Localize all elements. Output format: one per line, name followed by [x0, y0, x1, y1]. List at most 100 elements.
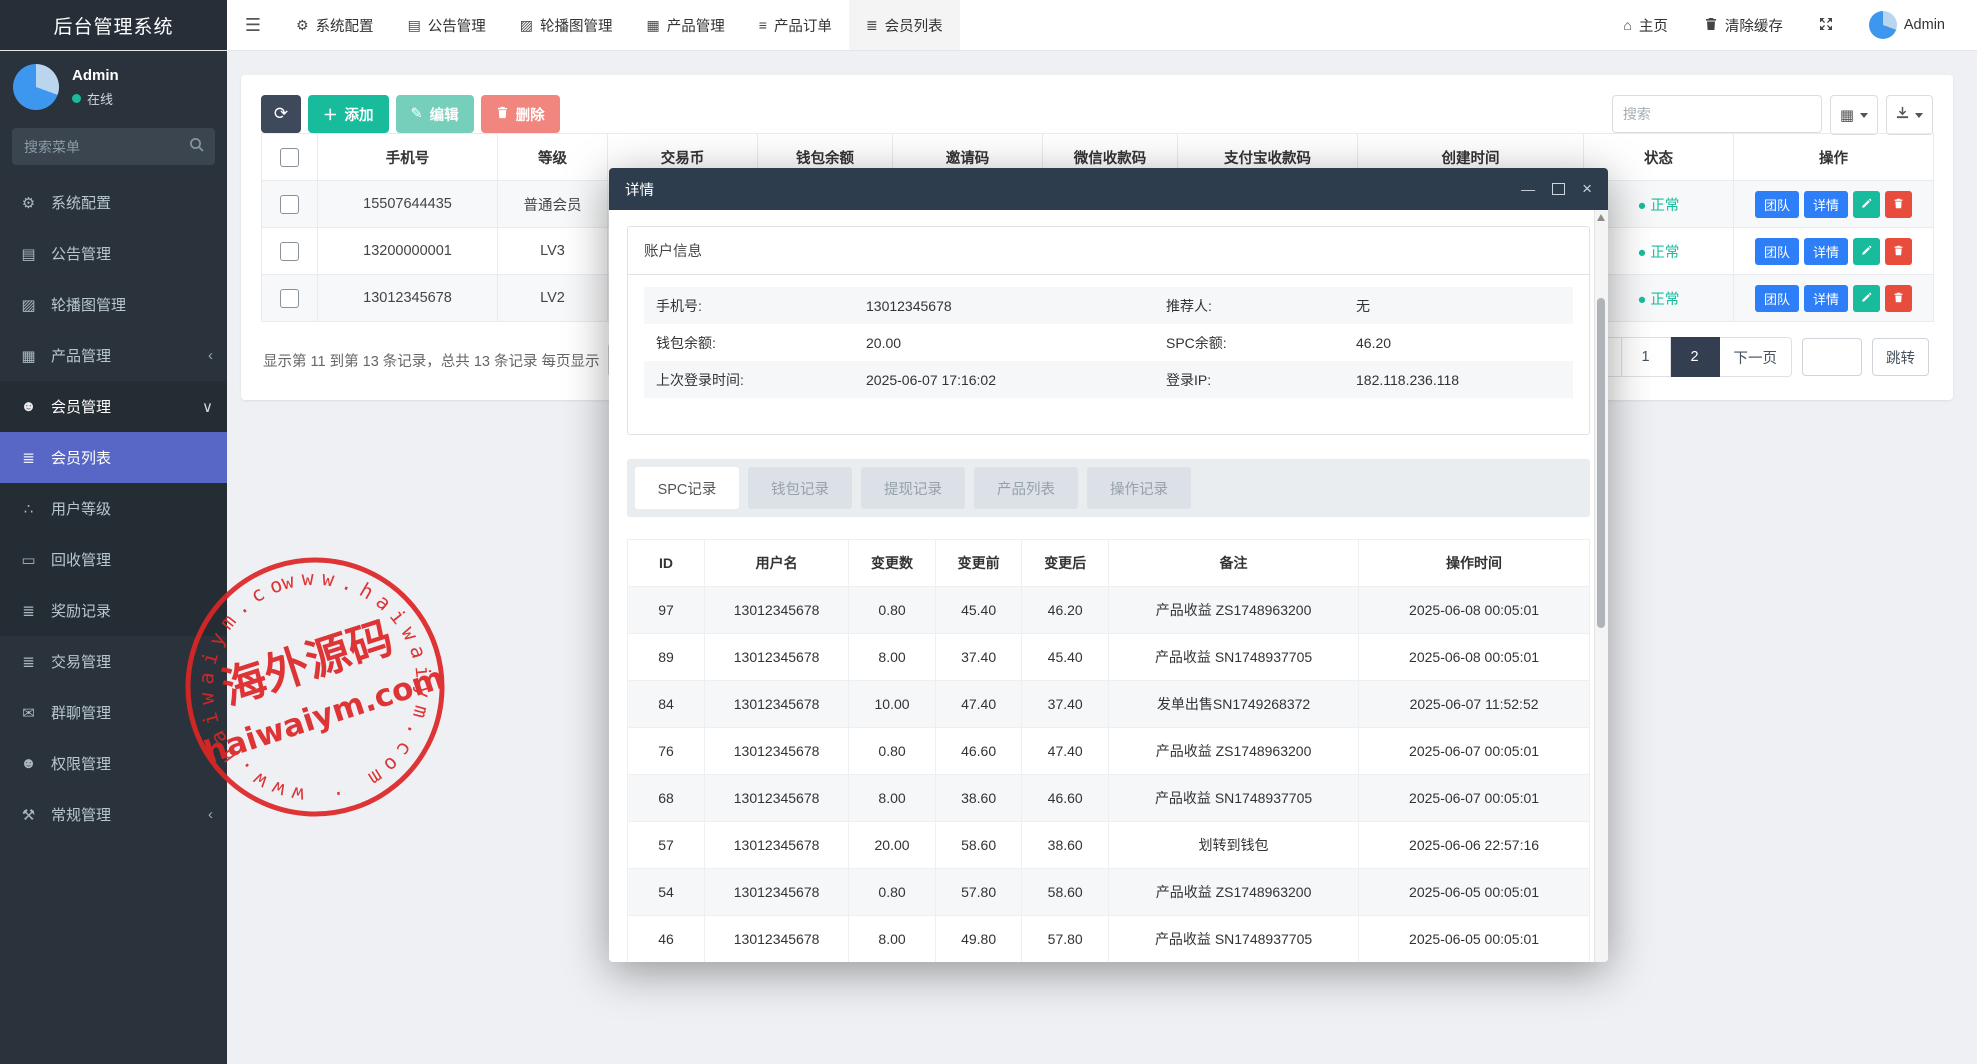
- record-cell: 10.00: [849, 681, 936, 728]
- nav-item-会员列表[interactable]: ≣会员列表: [849, 0, 960, 50]
- nav-item-公告管理[interactable]: ▤公告管理: [391, 0, 503, 50]
- navbar-right: ⌂主页清除缓存 Admin: [1609, 0, 1977, 50]
- tab-提现记录[interactable]: 提现记录: [861, 467, 965, 509]
- team-button[interactable]: 团队: [1755, 191, 1799, 218]
- pencil-icon: [1861, 291, 1872, 306]
- gears-icon: ⚒: [19, 806, 38, 824]
- sidebar-item-交易管理[interactable]: ≣交易管理: [0, 636, 227, 687]
- sidebar-item-权限管理[interactable]: ☻权限管理: [0, 738, 227, 789]
- export-dropdown-button[interactable]: [1886, 95, 1933, 135]
- sidebar-item-用户等级[interactable]: ∴用户等级: [0, 483, 227, 534]
- nav-right-主页[interactable]: ⌂主页: [1609, 0, 1681, 50]
- record-cell: 产品收益 ZS1748963200: [1108, 869, 1358, 916]
- col-header[interactable]: 操作: [1734, 134, 1934, 181]
- card-icon: ▭: [19, 551, 38, 569]
- nav-item-轮播图管理[interactable]: ▨轮播图管理: [503, 0, 630, 50]
- record-cell: 68: [628, 775, 705, 822]
- record-col-header: 备注: [1108, 540, 1358, 587]
- row-delete-button[interactable]: [1885, 238, 1912, 265]
- page-2[interactable]: 2: [1671, 337, 1720, 377]
- sidebar-item-回收管理[interactable]: ▭回收管理: [0, 534, 227, 585]
- nav-item-产品订单[interactable]: ≡产品订单: [742, 0, 849, 50]
- document-icon: ▤: [408, 17, 421, 34]
- record-cell: 13012345678: [704, 634, 848, 681]
- close-icon[interactable]: ×: [1582, 179, 1592, 199]
- detail-button[interactable]: 详情: [1804, 285, 1848, 312]
- tab-SPC记录[interactable]: SPC记录: [635, 467, 739, 509]
- user-avatar[interactable]: [13, 64, 59, 110]
- grid-icon: ▦: [19, 347, 38, 365]
- record-cell: 划转到钱包: [1108, 822, 1358, 869]
- status-dot-icon: ●: [1638, 245, 1647, 261]
- scrollbar-thumb[interactable]: [1597, 298, 1605, 628]
- record-cell: 发单出售SN1749268372: [1108, 681, 1358, 728]
- sidebar-item-公告管理[interactable]: ▤公告管理: [0, 228, 227, 279]
- page-next[interactable]: 下一页: [1720, 337, 1793, 377]
- record-cell: 2025-06-06 22:57:16: [1359, 822, 1590, 869]
- add-button[interactable]: ＋添加: [308, 95, 389, 133]
- users-icon: ☻: [19, 755, 38, 772]
- trash-icon: [1704, 17, 1718, 34]
- pencil-icon: [1861, 197, 1872, 212]
- col-header[interactable]: 等级: [498, 134, 608, 181]
- table-search-input[interactable]: [1612, 95, 1822, 133]
- record-col-header: 用户名: [704, 540, 848, 587]
- row-delete-button[interactable]: [1885, 191, 1912, 218]
- minimize-icon[interactable]: —: [1521, 181, 1535, 197]
- row-edit-button[interactable]: [1853, 238, 1880, 265]
- record-cell: 产品收益 SN1748937705: [1108, 775, 1358, 822]
- tab-产品列表[interactable]: 产品列表: [974, 467, 1078, 509]
- sidebar-item-轮播图管理[interactable]: ▨轮播图管理: [0, 279, 227, 330]
- sidebar-item-系统配置[interactable]: ⚙系统配置: [0, 177, 227, 228]
- team-button[interactable]: 团队: [1755, 285, 1799, 312]
- maximize-icon[interactable]: [1552, 183, 1565, 195]
- row-checkbox[interactable]: [280, 195, 299, 214]
- record-cell: 57.80: [1022, 916, 1109, 963]
- modal-header[interactable]: 详情 — ×: [609, 168, 1608, 210]
- modal-scrollbar[interactable]: [1594, 210, 1608, 962]
- select-all-checkbox[interactable]: [280, 148, 299, 167]
- sidebar-item-奖励记录[interactable]: ≣奖励记录: [0, 585, 227, 636]
- record-cell: 45.40: [1022, 634, 1109, 681]
- edit-button[interactable]: ✎编辑: [396, 95, 474, 133]
- tab-钱包记录[interactable]: 钱包记录: [748, 467, 852, 509]
- detail-button[interactable]: 详情: [1804, 191, 1848, 218]
- refresh-button[interactable]: ⟳: [261, 95, 301, 133]
- list-icon: ≣: [866, 17, 878, 34]
- account-info-panel: 账户信息 手机号:13012345678推荐人:无钱包余额:20.00SPC余额…: [627, 226, 1590, 435]
- sidebar-item-群聊管理[interactable]: ✉群聊管理: [0, 687, 227, 738]
- page-jump-button[interactable]: 跳转: [1872, 338, 1929, 376]
- nav-right-清除缓存[interactable]: 清除缓存: [1690, 0, 1797, 50]
- row-checkbox[interactable]: [280, 289, 299, 308]
- sidebar-item-常规管理[interactable]: ⚒常规管理‹: [0, 789, 227, 840]
- record-cell: 37.40: [1022, 681, 1109, 728]
- row-delete-button[interactable]: [1885, 285, 1912, 312]
- row-edit-button[interactable]: [1853, 285, 1880, 312]
- sidebar-item-会员列表[interactable]: ≣会员列表: [0, 432, 227, 483]
- nav-item-产品管理[interactable]: ▦产品管理: [630, 0, 742, 50]
- sidebar-search-input[interactable]: [12, 128, 215, 165]
- cell-level: LV2: [498, 275, 608, 322]
- columns-dropdown-button[interactable]: ▦: [1830, 95, 1878, 135]
- sidebar-toggle-icon[interactable]: ☰: [227, 0, 279, 50]
- page-jump-input[interactable]: [1802, 338, 1862, 376]
- row-checkbox[interactable]: [280, 242, 299, 261]
- sidebar-user-panel: Admin 在线: [0, 50, 227, 120]
- nav-item-系统配置[interactable]: ⚙系统配置: [279, 0, 391, 50]
- gear-icon: ⚙: [19, 194, 38, 212]
- team-button[interactable]: 团队: [1755, 238, 1799, 265]
- sidebar-item-会员管理[interactable]: ☻会员管理∨: [0, 381, 227, 432]
- page-1[interactable]: 1: [1622, 337, 1671, 377]
- caret-down-icon: [1860, 113, 1868, 118]
- row-edit-button[interactable]: [1853, 191, 1880, 218]
- nav-right-fullscreen-icon[interactable]: [1805, 0, 1847, 50]
- sidebar-item-产品管理[interactable]: ▦产品管理‹: [0, 330, 227, 381]
- export-icon: [1896, 106, 1909, 124]
- tab-操作记录[interactable]: 操作记录: [1087, 467, 1191, 509]
- col-header[interactable]: 手机号: [318, 134, 498, 181]
- detail-button[interactable]: 详情: [1804, 238, 1848, 265]
- scroll-up-icon[interactable]: [1597, 214, 1605, 221]
- delete-button[interactable]: 删除: [481, 95, 560, 133]
- nav-right-Admin[interactable]: Admin: [1855, 0, 1959, 50]
- record-cell: 13012345678: [704, 587, 848, 634]
